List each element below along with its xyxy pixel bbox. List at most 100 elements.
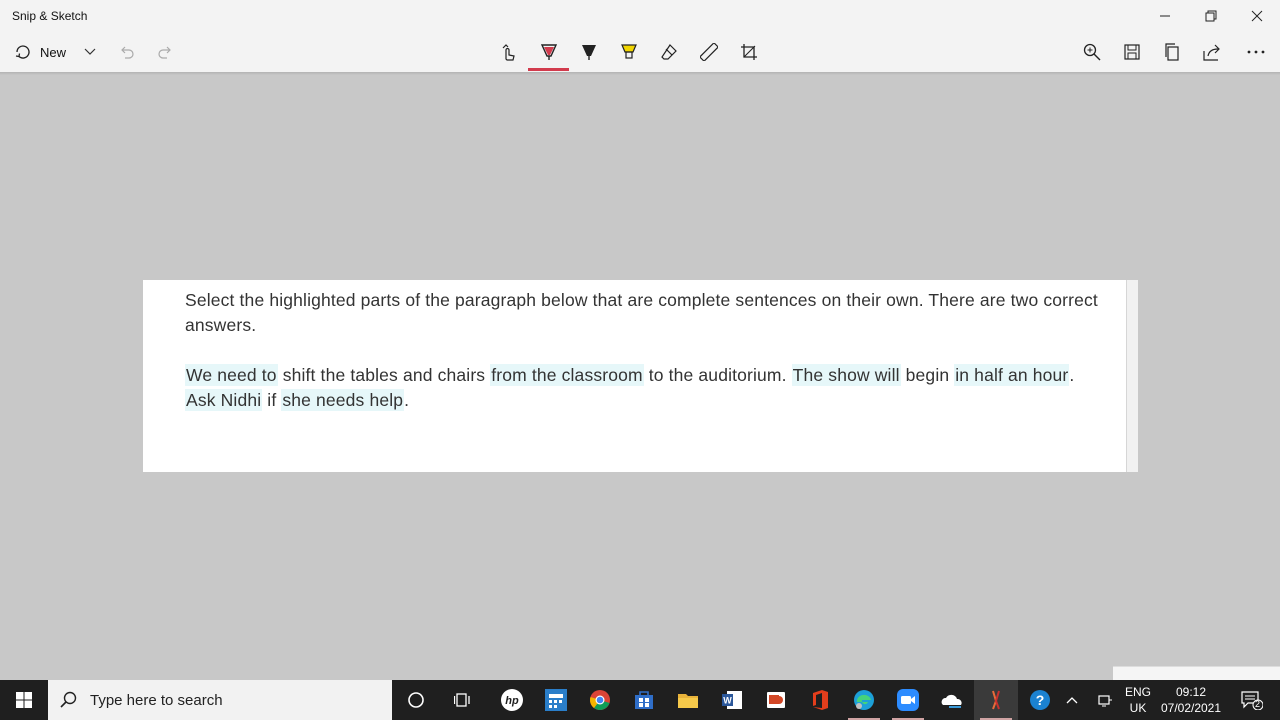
chrome-button[interactable]: [578, 680, 622, 720]
redo-button[interactable]: [152, 32, 180, 72]
taskbar: Type here to search hp W ? ENG UK 09:12 …: [0, 680, 1280, 720]
chevron-down-icon: [84, 48, 96, 55]
highlighted-phrase[interactable]: The show will: [791, 364, 901, 386]
eraser-icon: [661, 44, 677, 60]
word-button[interactable]: W: [710, 680, 754, 720]
task-view-button[interactable]: [441, 680, 485, 720]
help-icon: ?: [1030, 690, 1050, 710]
search-placeholder: Type here to search: [90, 691, 223, 709]
paragraph: We need to shift the tables and chairs f…: [185, 363, 1105, 413]
ruler-button[interactable]: [695, 32, 723, 72]
region-code: UK: [1129, 701, 1147, 715]
highlighted-phrase[interactable]: she needs help: [281, 389, 405, 411]
powerpoint-icon: [767, 692, 785, 708]
touch-writing-button[interactable]: [495, 32, 523, 72]
more-button[interactable]: [1240, 32, 1272, 72]
paragraph-text: begin: [900, 365, 955, 385]
more-icon: [1247, 50, 1265, 54]
redo-icon: [158, 46, 171, 59]
highlighted-phrase[interactable]: from the classroom: [490, 364, 644, 386]
pencil-icon: [582, 45, 596, 60]
paragraph-text: if: [262, 390, 282, 410]
toolbar: New: [0, 32, 1280, 72]
edge-button[interactable]: [842, 680, 886, 720]
clock[interactable]: 09:12 07/02/2021: [1160, 684, 1222, 716]
new-label: New: [40, 44, 67, 60]
start-button[interactable]: [0, 680, 48, 720]
active-tool-indicator: [528, 68, 569, 71]
close-button[interactable]: [1234, 0, 1280, 32]
onedrive-button[interactable]: [930, 680, 974, 720]
network-button[interactable]: [1090, 680, 1120, 720]
minimize-button[interactable]: [1142, 0, 1188, 32]
share-button[interactable]: [1198, 32, 1226, 72]
copy-button[interactable]: [1158, 32, 1186, 72]
highlighter-button[interactable]: [615, 32, 643, 72]
touch-writing-icon: [502, 44, 515, 61]
clock-date: 07/02/2021: [1160, 701, 1222, 715]
powerpoint-button[interactable]: [754, 680, 798, 720]
hp-app-button[interactable]: hp: [490, 680, 534, 720]
action-center-button[interactable]: 2: [1232, 680, 1272, 720]
file-explorer-button[interactable]: [666, 680, 710, 720]
office-button[interactable]: [798, 680, 842, 720]
word-icon: W: [722, 691, 742, 709]
svg-text:?: ?: [1036, 692, 1045, 708]
cortana-button[interactable]: [394, 680, 438, 720]
copy-icon: [1165, 43, 1179, 61]
save-icon: [1124, 44, 1140, 60]
onedrive-icon: [941, 694, 962, 708]
task-view-icon: [454, 693, 470, 707]
svg-text:hp: hp: [505, 695, 519, 707]
calculator-app-icon: [545, 689, 567, 711]
crop-button[interactable]: [735, 32, 763, 72]
hp-icon: hp: [501, 689, 523, 711]
window-title: Snip & Sketch: [12, 9, 88, 23]
restore-button[interactable]: [1188, 0, 1234, 32]
ruler-icon: [700, 43, 718, 61]
cortana-icon: [408, 692, 424, 708]
calculator-app-button[interactable]: [534, 680, 578, 720]
toolbar-divider: [0, 72, 1280, 75]
snip-image[interactable]: Select the highlighted parts of the para…: [143, 280, 1138, 472]
network-icon: [1098, 695, 1112, 707]
snip-sketch-icon: [992, 690, 1000, 710]
highlighted-phrase[interactable]: in half an hour: [954, 364, 1070, 386]
snip-scrollbar[interactable]: [1126, 280, 1138, 472]
snip-sketch-taskbar-button[interactable]: [974, 680, 1018, 720]
clock-time: 09:12: [1175, 685, 1207, 699]
show-hidden-icons-button[interactable]: [1056, 680, 1088, 720]
pencil-button[interactable]: [575, 32, 603, 72]
chevron-up-icon: [1066, 697, 1078, 704]
snip-mode-dropdown[interactable]: [78, 32, 102, 72]
taskbar-search-box[interactable]: Type here to search: [48, 680, 392, 720]
file-explorer-icon: [678, 694, 698, 708]
zoom-button[interactable]: [1078, 32, 1106, 72]
save-button[interactable]: [1118, 32, 1146, 72]
minimize-icon: [1160, 15, 1170, 17]
highlighted-phrase[interactable]: We need to: [185, 364, 278, 386]
zoom-icon: [1083, 43, 1101, 61]
close-icon: [1251, 10, 1263, 22]
paragraph-text: .: [404, 390, 410, 410]
highlighted-phrase[interactable]: Ask Nidhi: [185, 389, 263, 411]
paragraph-text: .: [1069, 365, 1075, 385]
input-language[interactable]: ENG UK: [1122, 684, 1154, 716]
new-snip-button[interactable]: New: [8, 32, 72, 72]
zoom-app-button[interactable]: [886, 680, 930, 720]
office-icon: [813, 690, 828, 710]
store-button[interactable]: [622, 680, 666, 720]
ballpoint-pen-button[interactable]: [535, 32, 563, 72]
language-code: ENG: [1124, 685, 1151, 699]
window-fragment: [1113, 666, 1280, 680]
undo-button[interactable]: [112, 32, 140, 72]
windows-logo-icon: [16, 692, 32, 708]
search-icon: [60, 691, 77, 708]
eraser-button[interactable]: [655, 32, 683, 72]
undo-icon: [121, 46, 134, 59]
question-text: Select the highlighted parts of the para…: [185, 290, 1098, 335]
title-bar: Snip & Sketch: [0, 0, 1280, 32]
edge-icon: [854, 690, 874, 710]
svg-text:W: W: [723, 696, 732, 706]
paragraph-text: shift the tables and chairs: [277, 365, 491, 385]
